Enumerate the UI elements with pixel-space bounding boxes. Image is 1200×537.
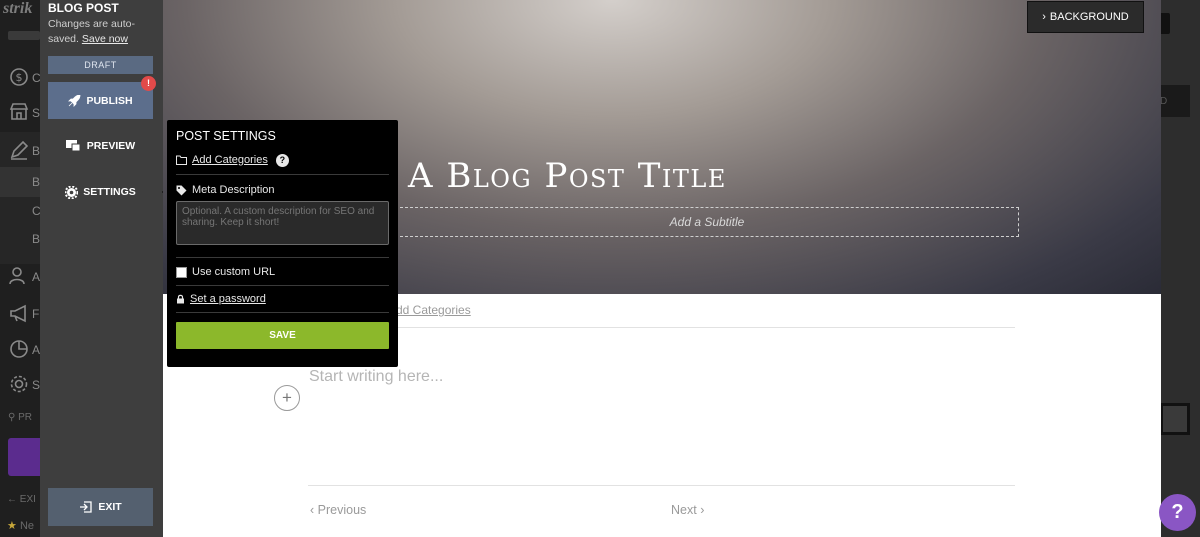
- preview-button[interactable]: PREVIEW: [48, 131, 153, 161]
- add-categories-link[interactable]: dd Categories: [396, 303, 471, 317]
- publish-label: PUBLISH: [86, 94, 133, 107]
- divider: [308, 485, 1015, 486]
- post-title[interactable]: A Blog Post Title: [408, 156, 768, 196]
- background-left-nav: strik $ C S B B C B A F A S ⚲ PR ← EXI ★…: [0, 0, 41, 537]
- divider: [176, 257, 389, 258]
- folder-icon: [176, 155, 187, 165]
- logo-underline: [8, 31, 40, 40]
- dollar-icon[interactable]: $: [8, 66, 30, 88]
- body-editor[interactable]: Start writing here...: [309, 368, 443, 386]
- preview-label: PREVIEW: [86, 140, 136, 152]
- upgrade-button[interactable]: [8, 438, 40, 476]
- save-settings-button[interactable]: SAVE: [176, 322, 389, 349]
- store-icon[interactable]: [8, 101, 30, 123]
- meta-description-input[interactable]: [176, 201, 389, 245]
- autosave-note: Changes are auto-saved. Save now: [48, 17, 158, 47]
- previous-label: Previous: [317, 503, 367, 517]
- settings-label: SETTINGS: [83, 186, 136, 198]
- nav-label: A: [32, 343, 41, 357]
- background-exit-label: EXI: [19, 494, 36, 505]
- set-password-link[interactable]: Set a password: [190, 293, 266, 305]
- pie-chart-icon[interactable]: [8, 338, 30, 360]
- meta-description-label: Meta Description: [192, 184, 275, 196]
- app-root: strik $ C S B B C B A F A S ⚲ PR ← EXI ★…: [0, 0, 1200, 537]
- megaphone-icon[interactable]: [8, 302, 30, 324]
- nav-label: F: [32, 307, 40, 321]
- nav-label: S: [32, 378, 41, 392]
- popover-heading: POST SETTINGS: [176, 129, 276, 143]
- pen-icon[interactable]: [8, 139, 30, 161]
- subtitle-field[interactable]: Add a Subtitle: [395, 207, 1019, 237]
- exit-button[interactable]: EXIT: [48, 488, 153, 526]
- editor-panel: BLOG POST Changes are auto-saved. Save n…: [40, 0, 168, 537]
- star-icon: ★: [7, 520, 17, 532]
- svg-text:$: $: [16, 71, 23, 84]
- chevron-left-icon: ‹: [310, 503, 315, 517]
- publish-alert-badge: !: [141, 76, 156, 91]
- gear-icon: [65, 185, 79, 199]
- nav-label: A: [32, 270, 41, 284]
- help-button[interactable]: ?: [1159, 494, 1196, 531]
- background-exit-link[interactable]: ← EXI: [7, 494, 36, 505]
- nav-sublabel: B: [32, 232, 41, 246]
- background-button-label: BACKGROUND: [1049, 11, 1129, 23]
- rocket-icon: [68, 94, 81, 107]
- nav-sublabel: B: [32, 175, 41, 189]
- nav-label: B: [32, 144, 41, 158]
- search-label: PR: [18, 412, 33, 423]
- divider: [308, 327, 1015, 328]
- whats-new-link[interactable]: ★ Ne: [7, 519, 34, 532]
- exit-label: EXIT: [98, 501, 122, 513]
- add-block-button[interactable]: +: [274, 385, 300, 411]
- next-post-link[interactable]: Next ›: [671, 503, 704, 517]
- arrow-left-icon: ←: [7, 494, 17, 505]
- search-icon: ⚲: [8, 412, 16, 423]
- save-now-link[interactable]: Save now: [82, 33, 128, 45]
- search-shortcut[interactable]: ⚲ PR: [8, 412, 32, 423]
- exit-icon: [80, 501, 92, 513]
- preview-icon: [65, 140, 81, 152]
- divider: [176, 312, 389, 313]
- app-logo: strik: [3, 0, 33, 17]
- chevron-right-icon: ›: [700, 503, 705, 517]
- background-right-box[interactable]: [1160, 403, 1190, 435]
- help-icon[interactable]: ?: [275, 153, 289, 167]
- lock-icon: [177, 294, 184, 304]
- publish-button[interactable]: PUBLISH: [48, 82, 153, 119]
- custom-url-label: Use custom URL: [192, 266, 276, 278]
- password-row: Set a password: [176, 293, 389, 305]
- gear-icon[interactable]: [8, 373, 30, 395]
- people-icon[interactable]: [8, 265, 30, 287]
- divider: [176, 285, 389, 286]
- categories-row: Add Categories ?: [176, 152, 389, 168]
- nav-label: S: [32, 106, 41, 120]
- divider: [176, 174, 389, 175]
- post-settings-popover: POST SETTINGS Add Categories ? Meta Desc…: [167, 120, 398, 367]
- background-right-button-label: D: [1160, 96, 1168, 107]
- next-label: Next: [671, 503, 697, 517]
- status-badge: DRAFT: [48, 56, 153, 74]
- custom-url-checkbox[interactable]: [176, 266, 187, 278]
- add-categories-link[interactable]: Add Categories: [192, 154, 268, 166]
- chevron-right-icon: ›: [1042, 11, 1046, 23]
- editor-title: BLOG POST: [48, 1, 119, 15]
- tag-icon: [176, 185, 187, 195]
- previous-post-link[interactable]: ‹ Previous: [310, 503, 366, 517]
- settings-button[interactable]: SETTINGS: [48, 177, 153, 207]
- background-right-panel: [1161, 0, 1200, 537]
- custom-url-row: Use custom URL: [176, 266, 389, 278]
- background-button[interactable]: › BACKGROUND: [1027, 1, 1144, 33]
- meta-description-row: Meta Description: [176, 184, 389, 196]
- whats-new-label: Ne: [19, 520, 34, 532]
